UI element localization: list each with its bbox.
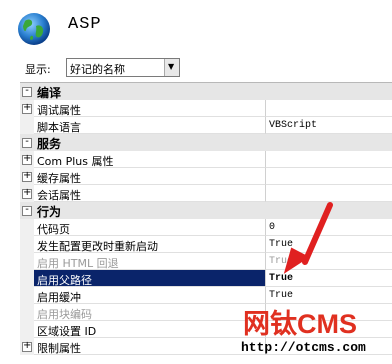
watermark-url: http://otcms.com <box>241 340 366 355</box>
watermark-logo: 网钛CMS <box>243 309 357 339</box>
